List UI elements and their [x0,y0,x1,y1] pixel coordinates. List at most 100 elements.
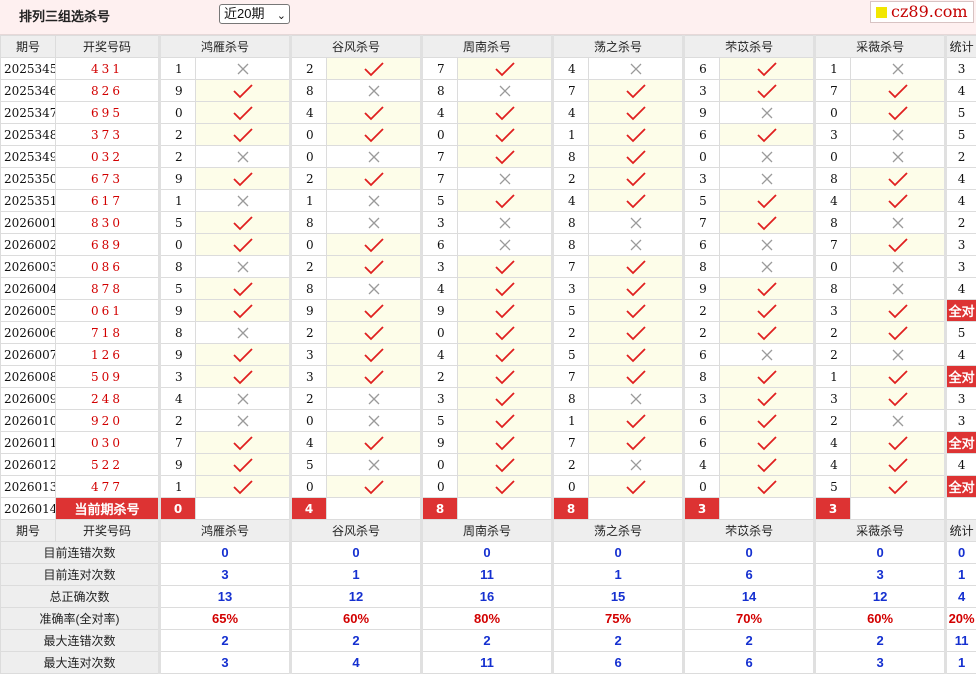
correct-check-icon [851,432,946,454]
kill-number-cell: 8 [291,212,327,234]
correct-check-icon [327,58,422,80]
correct-check-icon [589,410,684,432]
correct-check-icon [720,366,815,388]
kill-number-cell: 3 [553,278,589,300]
wrong-x-icon [458,212,553,234]
kill-number-cell: 2 [291,168,327,190]
column-header: 谷风杀号 [291,520,422,542]
draw-code-cell: 477 [56,476,160,498]
draw-code-cell: 826 [56,80,160,102]
kill-number-cell: 0 [422,322,458,344]
wrong-x-icon [458,168,553,190]
correct-check-icon [196,432,291,454]
stat-cell: 5 [946,124,976,146]
correct-check-icon [589,190,684,212]
kill-number-cell: 4 [422,344,458,366]
current-kill-number: 8 [553,498,589,520]
draw-code-cell: 673 [56,168,160,190]
all-correct-badge: 全对 [946,432,976,454]
table-row: 20260026890068673 [1,234,976,256]
kill-number-cell: 6 [684,234,720,256]
summary-header-row: 期号开奖号码鸿雁杀号谷风杀号周南杀号荡之杀号芣苡杀号采薇杀号统计 [1,520,976,542]
kill-number-cell: 0 [815,146,851,168]
kill-number-cell: 0 [422,454,458,476]
table-row: 20260071269345624 [1,344,976,366]
empty-cell [946,498,976,520]
kill-number-cell: 2 [160,410,196,432]
kill-number-cell: 6 [684,410,720,432]
correct-check-icon [327,102,422,124]
kill-number-cell: 7 [422,146,458,168]
kill-number-cell: 1 [553,410,589,432]
kill-number-cell: 4 [815,454,851,476]
stat-cell: 3 [946,58,976,80]
column-header: 荡之杀号 [553,36,684,58]
wrong-x-icon [327,388,422,410]
correct-check-icon [458,102,553,124]
kill-number-cell: 6 [684,432,720,454]
kill-number-cell: 1 [815,58,851,80]
kill-number-cell: 5 [684,190,720,212]
wrong-x-icon [589,454,684,476]
period-select[interactable]: 近20期 ⌄ [219,4,290,24]
summary-value: 16 [422,586,553,608]
kill-number-cell: 7 [160,432,196,454]
kill-number-cell: 3 [291,344,327,366]
correct-check-icon [720,80,815,102]
wrong-x-icon [851,410,946,432]
table-row: 20253454311274613 [1,58,976,80]
correct-check-icon [458,410,553,432]
summary-value: 0 [684,542,815,564]
stat-cell: 3 [946,388,976,410]
kill-number-cell: 4 [291,102,327,124]
summary-value: 1 [946,652,976,674]
summary-label: 准确率(全对率) [1,608,160,630]
kill-number-cell: 2 [291,58,327,80]
table-row: 20260030868237803 [1,256,976,278]
column-header: 芣苡杀号 [684,520,815,542]
summary-value: 11 [422,564,553,586]
kill-number-cell: 2 [684,322,720,344]
kill-number-cell: 3 [815,388,851,410]
wrong-x-icon [196,410,291,432]
header-row: 期号开奖号码鸿雁杀号谷风杀号周南杀号荡之杀号芣苡杀号采薇杀号统计 [1,36,976,58]
kill-number-cell: 5 [553,300,589,322]
site-logo[interactable]: cz89.com [870,1,974,23]
wrong-x-icon [196,190,291,212]
draw-code-cell: 617 [56,190,160,212]
kill-number-cell: 8 [291,80,327,102]
summary-value: 20% [946,608,976,630]
current-issue-cell: 2026014 [1,498,56,520]
empty-cell [458,498,553,520]
kill-number-cell: 6 [684,58,720,80]
draw-code-cell: 248 [56,388,160,410]
draw-code-cell: 830 [56,212,160,234]
table-row: 20260125229502444 [1,454,976,476]
correct-check-icon [327,366,422,388]
current-kill-number: 4 [291,498,327,520]
kill-number-cell: 2 [684,300,720,322]
kill-number-cell: 8 [553,234,589,256]
correct-check-icon [720,388,815,410]
summary-value: 1 [946,564,976,586]
kill-number-cell: 3 [422,388,458,410]
kill-number-cell: 7 [553,432,589,454]
correct-check-icon [589,102,684,124]
issue-cell: 2026004 [1,278,56,300]
summary-value: 60% [815,608,946,630]
correct-check-icon [589,476,684,498]
wrong-x-icon [589,234,684,256]
kill-number-cell: 2 [553,168,589,190]
table-row: 2026005061999523全对 [1,300,976,322]
kill-number-cell: 8 [553,146,589,168]
correct-check-icon [720,410,815,432]
kill-number-cell: 0 [291,146,327,168]
stat-cell: 4 [946,454,976,476]
correct-check-icon [458,146,553,168]
correct-check-icon [327,476,422,498]
wrong-x-icon [589,212,684,234]
current-kill-number: 3 [815,498,851,520]
correct-check-icon [589,256,684,278]
correct-check-icon [327,256,422,278]
summary-row: 最大连对次数34116631 [1,652,976,674]
